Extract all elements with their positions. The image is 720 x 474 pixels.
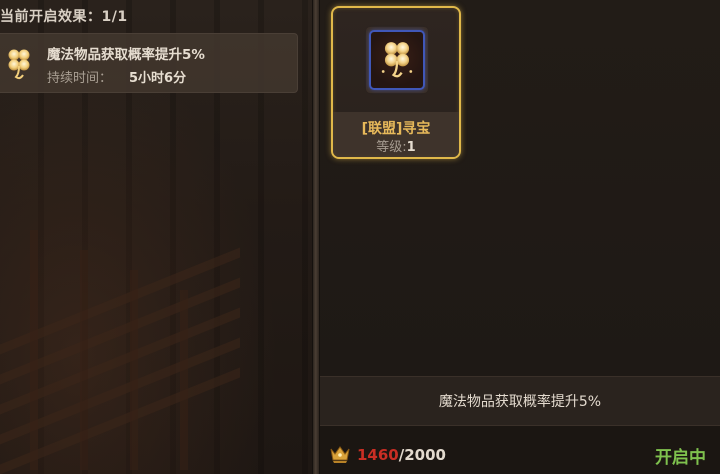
resource-counter: 1460/2000 — [357, 446, 446, 464]
background-rail-post — [130, 270, 138, 470]
background-rail-post — [30, 230, 38, 470]
skill-description: 魔法物品获取概率提升5% — [438, 394, 602, 410]
active-effect-item[interactable]: 魔法物品获取概率提升5% 持续时间： 5小时6分 — [0, 33, 298, 93]
effect-duration-value: 5小时6分 — [129, 71, 187, 86]
skill-grid[interactable]: [联盟]寻宝 等级:1 — [320, 0, 720, 376]
skill-description-bar: 魔法物品获取概率提升5% — [320, 376, 720, 426]
background-rail-post — [180, 290, 188, 470]
status-active-label[interactable]: 开启中 — [655, 443, 706, 468]
panel-divider — [312, 0, 320, 474]
active-effects-panel: 当前开启效果：1/1 魔法物品获取概率提升5% 持续时间： 5小时6分 — [0, 0, 312, 474]
crown-icon — [330, 446, 350, 464]
resource-current: 1460 — [357, 446, 399, 464]
resource-max: 2000 — [404, 446, 446, 464]
effect-name: 魔法物品获取概率提升5% — [47, 47, 205, 63]
skill-level-value: 1 — [406, 140, 416, 155]
clover-icon — [369, 30, 425, 90]
skill-level: 等级:1 — [333, 136, 459, 155]
active-effects-count: 当前开启效果：1/1 — [0, 9, 128, 25]
skill-list-panel: [联盟]寻宝 等级:1 魔法物品获取概率提升5% 1460/2000 开启中 — [320, 0, 720, 474]
clover-icon — [0, 42, 39, 86]
skill-level-label: 等级: — [376, 140, 407, 155]
bottom-bar: 1460/2000 开启中 — [320, 426, 720, 474]
background-rail-post — [80, 250, 88, 470]
skill-icon-frame — [366, 27, 428, 93]
skill-card-treasure-hunt[interactable]: [联盟]寻宝 等级:1 — [331, 6, 461, 159]
effect-duration-label: 持续时间： — [47, 71, 113, 86]
skill-name: [联盟]寻宝 — [361, 121, 431, 137]
